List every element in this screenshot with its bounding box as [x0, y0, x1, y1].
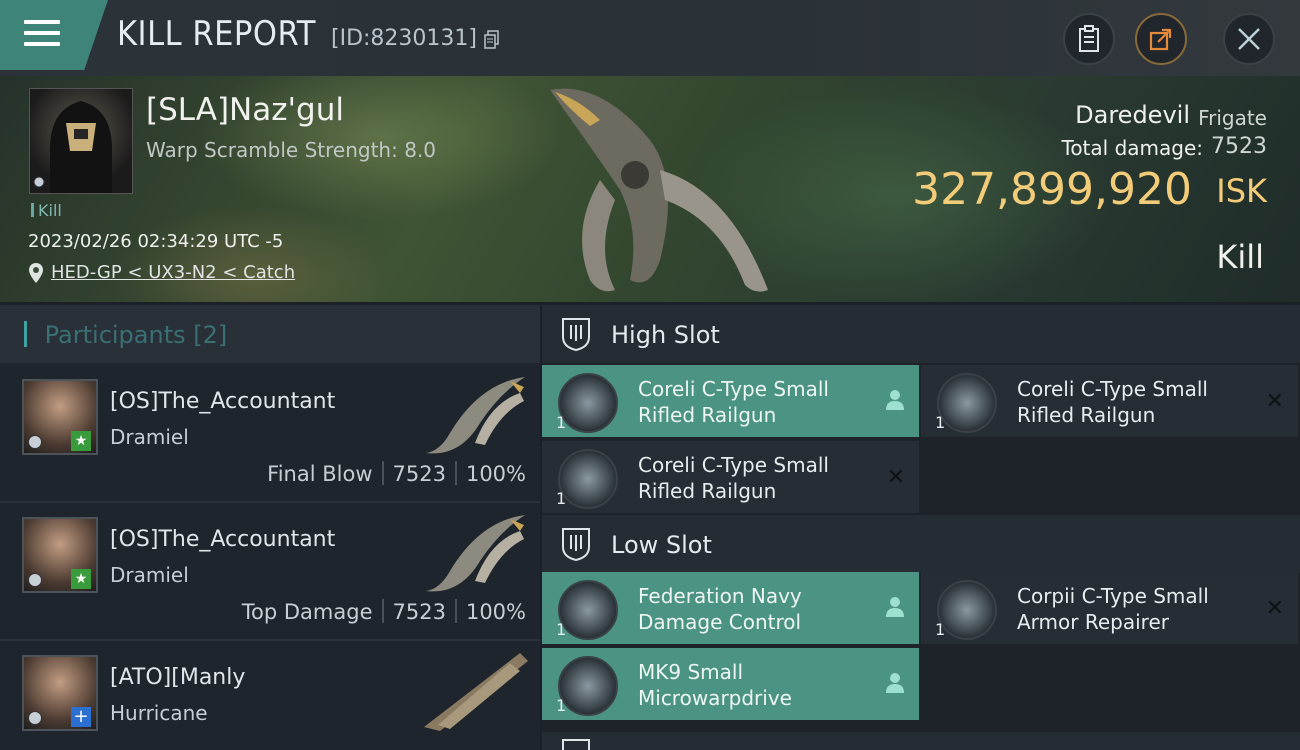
module-name: Federation Navy Damage Control [638, 584, 802, 634]
participant-ship: Hurricane [110, 701, 208, 725]
victim-ship-name[interactable]: Daredevil [1075, 101, 1190, 129]
person-icon [886, 597, 904, 617]
low-slot-title: Low Slot [611, 531, 712, 559]
star-icon: ★ [71, 569, 91, 589]
participant-ship-image [426, 515, 525, 592]
kill-datetime: 2023/02/26 02:34:29 UTC -5 [28, 231, 284, 252]
corp-icon [28, 435, 42, 449]
module-quantity: 1 [556, 696, 567, 715]
module-item[interactable]: 1 Coreli C-Type Small Rifled Railgun [542, 365, 919, 437]
clipboard-button[interactable] [1063, 13, 1115, 65]
module-name: Coreli C-Type Small Rifled Railgun [1017, 377, 1208, 427]
participant-name[interactable]: [OS]The_Accountant [110, 527, 335, 552]
x-icon: ✕ [1265, 596, 1284, 621]
module-name: Coreli C-Type Small Rifled Railgun [638, 377, 829, 427]
module-icon [558, 373, 618, 433]
participants-header: Participants [2] [0, 305, 540, 363]
kill-result: Kill [1216, 238, 1264, 276]
participants-title: Participants [2] [24, 321, 228, 349]
victim-ship-class: Frigate [1198, 106, 1267, 130]
participant-ship-image [426, 377, 525, 454]
top-bar: KILL REPORT [ID:8230131] [0, 0, 1300, 76]
module-icon [558, 449, 618, 509]
total-damage-value: 7523 [1211, 134, 1267, 159]
module-name: MK9 Small Microwarpdrive [638, 660, 792, 710]
copy-icon[interactable] [484, 30, 500, 50]
module-item[interactable]: 1 Coreli C-Type Small Rifled Railgun ✕ [542, 441, 919, 513]
victim-name[interactable]: [SLA]Naz'gul [146, 92, 344, 128]
low-slot-header: Low Slot [542, 515, 1300, 573]
participant-stats: Final Blow 7523 100% [267, 461, 526, 486]
module-item[interactable]: 1 Federation Navy Damage Control [542, 572, 919, 644]
person-icon [886, 390, 904, 410]
module-quantity: 1 [556, 413, 567, 432]
participant-name[interactable]: [ATO][Manly [110, 665, 245, 690]
isk-value: 327,899,920 [912, 164, 1192, 215]
participant-name[interactable]: [OS]The_Accountant [110, 389, 335, 414]
menu-icon[interactable] [24, 20, 60, 50]
location-link[interactable]: HED-GP < UX3-N2 < Catch [51, 262, 295, 283]
close-icon [1238, 28, 1260, 50]
menu-tab[interactable] [0, 0, 108, 70]
kill-id: [ID:8230131] [331, 26, 477, 51]
module-quantity: 1 [935, 620, 946, 639]
module-item[interactable]: 1 Coreli C-Type Small Rifled Railgun ✕ [921, 365, 1298, 437]
share-button[interactable] [1135, 13, 1187, 65]
participant-ship: Dramiel [110, 563, 189, 587]
person-icon [886, 673, 904, 693]
module-icon [937, 580, 997, 640]
victim-portrait[interactable] [29, 88, 133, 194]
participant-stats: Top Damage 7523 100% [241, 599, 526, 624]
fitting-panel: High Slot 1 Coreli C-Type Small Rifled Ra… [542, 305, 1300, 750]
clipboard-icon [1079, 25, 1099, 52]
x-icon: ✕ [1265, 389, 1284, 414]
corp-icon [28, 711, 42, 725]
participant-row[interactable]: ★ [OS]The_Accountant Dramiel Top Damage 7… [0, 503, 540, 641]
slot-shield-icon [562, 739, 590, 750]
star-icon: ★ [71, 431, 91, 451]
participant-row[interactable]: ★ [OS]The_Accountant Dramiel Final Blow 7… [0, 365, 540, 503]
total-damage-label: Total damage: [1061, 136, 1204, 160]
share-icon [1149, 28, 1172, 51]
module-icon [937, 373, 997, 433]
isk-unit: ISK [1216, 172, 1267, 210]
module-quantity: 1 [556, 489, 567, 508]
slot-shield-icon [562, 528, 590, 561]
module-icon [558, 656, 618, 716]
high-slot-title: High Slot [611, 321, 720, 349]
close-button[interactable] [1223, 13, 1275, 65]
participant-ship-image [424, 653, 528, 731]
victim-banner: [SLA]Naz'gul Warp Scramble Strength: 8.0… [0, 76, 1300, 302]
participants-panel: Participants [2] ★ [OS]The_Accountant Dr… [0, 305, 540, 750]
module-icon [558, 580, 618, 640]
module-name: Coreli C-Type Small Rifled Railgun [638, 453, 829, 503]
mid-slot-header-partial [542, 732, 1300, 750]
module-quantity: 1 [935, 413, 946, 432]
page-title: KILL REPORT [117, 14, 316, 54]
x-icon: ✕ [886, 465, 905, 490]
participant-ship: Dramiel [110, 425, 189, 449]
location-pin-icon [29, 263, 43, 283]
module-item[interactable]: 1 MK9 Small Microwarpdrive [542, 648, 919, 720]
high-slot-header: High Slot [542, 305, 1300, 363]
warp-scramble-strength: Warp Scramble Strength: 8.0 [146, 138, 437, 162]
corp-icon [28, 573, 42, 587]
slot-shield-icon [562, 318, 590, 351]
module-name: Corpii C-Type Small Armor Repairer [1017, 584, 1209, 634]
participant-row[interactable]: + [ATO][Manly Hurricane [0, 641, 540, 750]
module-quantity: 1 [556, 620, 567, 639]
kill-tag: Kill [31, 201, 62, 220]
victim-ship-image [550, 88, 768, 292]
module-item[interactable]: 1 Corpii C-Type Small Armor Repairer ✕ [921, 572, 1298, 644]
plus-icon: + [71, 707, 91, 727]
